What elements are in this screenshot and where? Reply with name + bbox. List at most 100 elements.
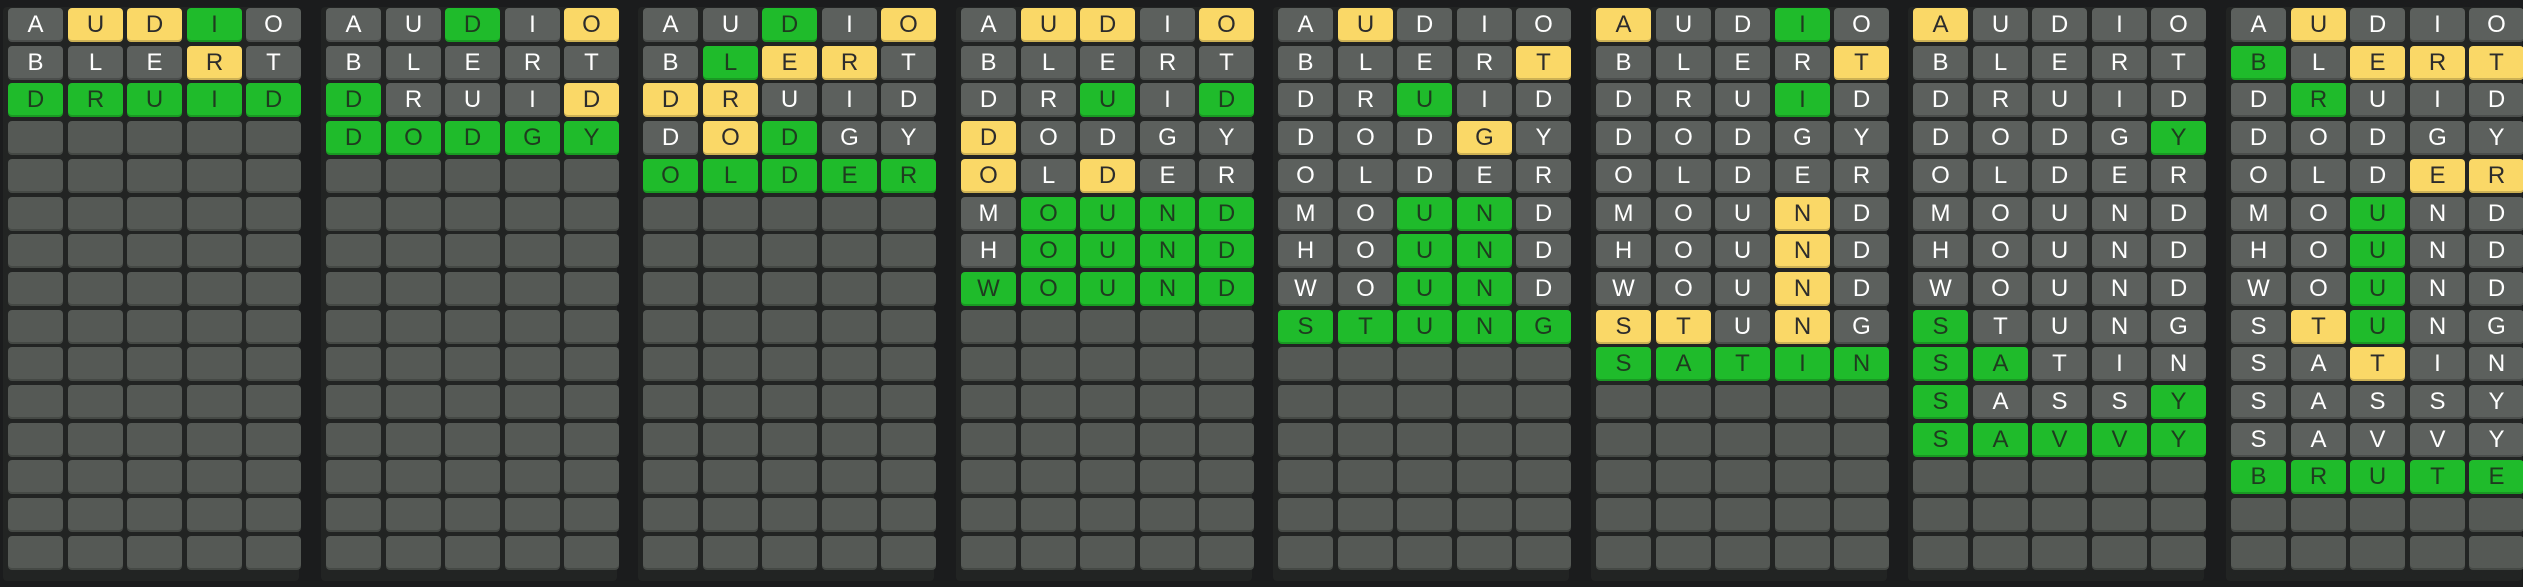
tile-empty [187,159,242,193]
tile-absent: S [2231,385,2286,419]
tile-empty [445,498,500,532]
tile-empty [1080,498,1135,532]
tile-correct: U [1080,234,1135,268]
tile-absent: E [1140,159,1195,193]
tile-empty [1457,347,1512,381]
tile-absent: A [1278,8,1333,42]
tile-empty [2291,498,2346,532]
tile-empty [1656,536,1711,570]
tile-correct: T [2410,460,2465,494]
tile-empty [1199,310,1254,344]
tile-empty [8,423,63,457]
tile-empty [1715,498,1770,532]
tile-empty [822,310,877,344]
tile-absent: L [1973,159,2028,193]
tile-correct: I [187,83,242,117]
tile-absent: N [2092,197,2147,231]
tile-absent: G [1834,310,1889,344]
tile-absent: B [326,46,381,80]
tile-absent: U [703,8,758,42]
tile-empty [68,385,123,419]
tile-absent: D [2350,121,2405,155]
tile-correct: A [1656,347,1711,381]
tile-absent: D [1516,272,1571,306]
tile-absent: R [2092,46,2147,80]
tile-absent: R [1656,83,1711,117]
tile-empty [187,423,242,457]
tile-empty [643,272,698,306]
tile-empty [1199,536,1254,570]
tile-correct: R [68,83,123,117]
tile-correct: U [1080,197,1135,231]
tile-absent: B [1913,46,1968,80]
tile-absent: D [1397,8,1452,42]
tile-empty [703,234,758,268]
tile-absent: A [2291,423,2346,457]
board-2: AUDIOBLERTDRUIDDODGY [321,7,619,581]
tile-empty [1140,498,1195,532]
tile-empty [8,460,63,494]
tile-absent: O [2469,8,2523,42]
tile-empty [1080,460,1135,494]
tile-correct: O [1021,197,1076,231]
tile-absent: D [1278,121,1333,155]
tile-empty [2092,536,2147,570]
tile-absent: U [1715,197,1770,231]
tile-empty [386,498,441,532]
tile-empty [881,460,936,494]
tile-empty [326,423,381,457]
tile-empty [505,423,560,457]
tile-correct: D [326,121,381,155]
tile-absent: I [505,83,560,117]
tile-empty [8,385,63,419]
tile-empty [1516,347,1571,381]
tile-correct: U [2350,272,2405,306]
tile-empty [127,347,182,381]
tile-absent: A [2291,347,2346,381]
tile-absent: R [1021,83,1076,117]
tile-empty [881,423,936,457]
tile-absent: Y [2469,121,2523,155]
tile-empty [8,498,63,532]
tile-empty [1199,385,1254,419]
tile-present: N [1775,272,1830,306]
tile-empty [326,159,381,193]
tile-present: D [643,83,698,117]
tile-empty [1338,385,1393,419]
tile-empty [643,234,698,268]
tile-absent: L [1656,159,1711,193]
tile-correct: S [1913,385,1968,419]
tile-absent: B [1596,46,1651,80]
tile-absent: I [822,8,877,42]
tile-absent: D [1715,121,1770,155]
tile-present: T [1656,310,1711,344]
tile-absent: M [1596,197,1651,231]
tile-correct: U [2350,310,2405,344]
tile-empty [1397,498,1452,532]
tile-empty [505,460,560,494]
tile-absent: B [643,46,698,80]
tile-correct: U [1397,272,1452,306]
tile-empty [961,385,1016,419]
tile-absent: O [1516,8,1571,42]
tile-correct: N [1457,234,1512,268]
tile-empty [386,423,441,457]
tile-correct: Y [2151,385,2206,419]
tile-absent: D [1834,234,1889,268]
tile-empty [246,347,301,381]
tile-absent: R [1775,46,1830,80]
tile-present: A [1913,8,1968,42]
tile-empty [187,498,242,532]
tile-present: A [1596,8,1651,42]
tile-empty [1913,536,1968,570]
board-4: AUDIOBLERTDRUIDDODGYOLDERMOUNDHOUNDWOUND [956,7,1254,581]
tile-absent: R [505,46,560,80]
tile-empty [127,197,182,231]
tile-absent: D [2151,272,2206,306]
tile-empty [127,498,182,532]
tile-absent: U [762,83,817,117]
tile-absent: S [2231,347,2286,381]
tile-empty [1596,536,1651,570]
tile-absent: I [2410,8,2465,42]
tile-present: D [127,8,182,42]
